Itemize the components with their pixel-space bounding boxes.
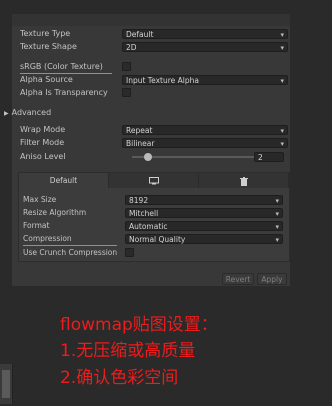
max-size-value: 8192 xyxy=(129,196,149,205)
tab-default-label: Default xyxy=(49,176,78,185)
resize-algorithm-row: Resize Algorithm Mitchell ▾ xyxy=(23,207,285,219)
texture-type-row: Texture Type Default ▾ xyxy=(20,28,290,40)
annotation-line-1: 1.无压缩或高质量 xyxy=(60,341,196,361)
compression-value: Normal Quality xyxy=(129,235,186,244)
chevron-down-icon: ▾ xyxy=(280,140,284,148)
tab-other[interactable] xyxy=(199,173,289,188)
texture-shape-label: Texture Shape xyxy=(20,42,77,51)
alpha-transparency-checkbox[interactable] xyxy=(122,88,131,97)
apply-button[interactable]: Apply xyxy=(257,273,287,285)
crunch-label: Use Crunch Compression xyxy=(23,248,118,257)
advanced-label: Advanced xyxy=(11,108,52,117)
chevron-down-icon: ▾ xyxy=(275,223,279,231)
max-size-row: Max Size 8192 ▾ xyxy=(23,194,285,206)
filter-mode-label: Filter Mode xyxy=(20,138,65,147)
resize-algorithm-label: Resize Algorithm xyxy=(23,208,87,217)
chevron-down-icon: ▾ xyxy=(280,127,284,135)
alpha-transparency-label: Alpha Is Transparency xyxy=(20,88,108,97)
advanced-foldout[interactable]: ▶ Advanced xyxy=(4,108,51,117)
texture-type-label: Texture Type xyxy=(20,29,71,38)
crunch-checkbox[interactable] xyxy=(125,248,134,257)
aniso-level-value: 2 xyxy=(258,153,263,162)
aniso-level-row: Aniso Level 2 xyxy=(20,151,296,163)
scrollbar-thumb[interactable] xyxy=(2,370,10,398)
chevron-down-icon: ▾ xyxy=(280,44,284,52)
alpha-source-dropdown[interactable]: Input Texture Alpha ▾ xyxy=(122,75,288,85)
resize-algorithm-value: Mitchell xyxy=(129,209,159,218)
aniso-level-input[interactable]: 2 xyxy=(254,152,284,162)
alpha-source-row: Alpha Source Input Texture Alpha ▾ xyxy=(20,74,290,86)
panel-header-strip xyxy=(12,14,290,26)
tab-default[interactable]: Default xyxy=(19,173,109,188)
srgb-row: sRGB (Color Texture) xyxy=(20,61,290,74)
srgb-label: sRGB (Color Texture) xyxy=(20,61,112,74)
texture-type-dropdown[interactable]: Default ▾ xyxy=(122,29,288,39)
annotation-line-2: 2.确认色彩空间 xyxy=(60,368,179,388)
chevron-down-icon: ▾ xyxy=(280,77,284,85)
max-size-label: Max Size xyxy=(23,195,57,204)
tab-standalone[interactable] xyxy=(109,173,199,188)
format-dropdown[interactable]: Automatic ▾ xyxy=(125,221,283,231)
alpha-source-value: Input Texture Alpha xyxy=(126,76,199,85)
wrap-mode-label: Wrap Mode xyxy=(20,125,66,134)
chevron-down-icon: ▾ xyxy=(275,236,279,244)
wrap-mode-value: Repeat xyxy=(126,126,153,135)
platform-tabs: Default xyxy=(19,173,289,188)
platform-settings-box: Default Max Size 8192 ▾ Resize Algorithm… xyxy=(18,172,290,262)
format-value: Automatic xyxy=(129,222,168,231)
monitor-icon xyxy=(148,176,159,185)
texture-type-value: Default xyxy=(126,30,154,39)
filter-mode-row: Filter Mode Bilinear ▾ xyxy=(20,137,290,149)
max-size-dropdown[interactable]: 8192 ▾ xyxy=(125,195,283,205)
srgb-checkbox[interactable] xyxy=(122,62,131,71)
resize-algorithm-dropdown[interactable]: Mitchell ▾ xyxy=(125,208,283,218)
alpha-transparency-row: Alpha Is Transparency xyxy=(20,87,290,99)
chevron-down-icon: ▾ xyxy=(275,197,279,205)
texture-shape-row: Texture Shape 2D ▾ xyxy=(20,41,290,53)
chevron-down-icon: ▾ xyxy=(280,31,284,39)
compression-label: Compression xyxy=(23,233,117,246)
filter-mode-value: Bilinear xyxy=(126,139,155,148)
left-scrollbar[interactable] xyxy=(0,364,13,404)
wrap-mode-row: Wrap Mode Repeat ▾ xyxy=(20,124,290,136)
revert-button[interactable]: Revert xyxy=(222,273,254,285)
crunch-row: Use Crunch Compression xyxy=(23,247,285,259)
wrap-mode-dropdown[interactable]: Repeat ▾ xyxy=(122,125,288,135)
revert-label: Revert xyxy=(225,275,251,284)
apply-label: Apply xyxy=(261,275,283,284)
texture-shape-value: 2D xyxy=(126,43,137,52)
texture-shape-dropdown[interactable]: 2D ▾ xyxy=(122,42,288,52)
filter-mode-dropdown[interactable]: Bilinear ▾ xyxy=(122,138,288,148)
aniso-level-label: Aniso Level xyxy=(20,152,66,161)
trash-icon xyxy=(239,176,248,186)
annotation-title: flowmap贴图设置： xyxy=(60,315,218,335)
chevron-right-icon: ▶ xyxy=(4,110,9,117)
format-row: Format Automatic ▾ xyxy=(23,220,285,232)
aniso-slider-knob[interactable] xyxy=(143,153,152,161)
alpha-source-label: Alpha Source xyxy=(20,75,73,84)
compression-dropdown[interactable]: Normal Quality ▾ xyxy=(125,234,283,244)
compression-row: Compression Normal Quality ▾ xyxy=(23,233,285,246)
format-label: Format xyxy=(23,221,50,230)
chevron-down-icon: ▾ xyxy=(275,210,279,218)
